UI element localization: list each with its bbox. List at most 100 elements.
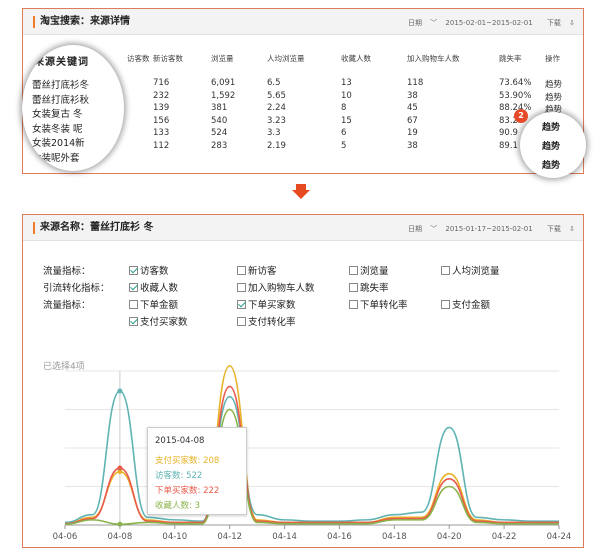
checked-icon[interactable] — [129, 266, 138, 275]
trend-link[interactable]: 趋势 — [545, 78, 562, 90]
metric-label: 跳失率 — [360, 283, 389, 294]
column-header: 浏览量 — [211, 54, 234, 63]
metric-checkbox[interactable]: 新访客 — [237, 263, 277, 277]
table-cell: 5 — [341, 140, 347, 151]
filter-group-label: 流量指标： — [43, 266, 91, 277]
x-tick-label: 04-10 — [162, 532, 187, 542]
metric-checkbox[interactable]: 支付金额 — [441, 297, 490, 311]
table-cell: 6 — [341, 128, 347, 138]
series-point-1[interactable] — [117, 388, 123, 394]
x-tick-label: 04-08 — [108, 532, 133, 542]
x-tick-label: 04-06 — [53, 532, 78, 542]
unchecked-icon[interactable] — [237, 283, 246, 292]
download-icon: ⇩ — [569, 225, 575, 233]
chevron-down-icon: ﹀ — [430, 19, 438, 27]
keyword-magnifier: 来源关键词 蕾丝打底衫冬 蕾丝打底衫秋 女装复古 冬女装冬装 呢女装2014新 女装呢… — [22, 45, 124, 171]
keyword-item[interactable]: 女装复古 冬 — [32, 106, 83, 120]
column-header: 操作 — [545, 54, 560, 63]
keyword-item[interactable]: 女装呢外套 — [32, 150, 80, 164]
series-point-2[interactable] — [117, 465, 123, 471]
metric-label: 访客数 — [140, 266, 169, 277]
source-trend-header: 来源名称：蕾丝打底衫 冬 日期 ﹀ 2015-01-17~2015-02-01 … — [23, 215, 583, 241]
table-cell: 381 — [211, 103, 228, 113]
keyword-item[interactable]: 蕾丝打底衫冬 — [32, 77, 89, 91]
metric-checkbox[interactable]: 加入购物车人数 — [237, 280, 315, 294]
tooltip-line: 收藏人数: 3 — [155, 501, 200, 511]
table-cell: 133 — [153, 128, 170, 138]
metric-label: 下单转化率 — [360, 300, 408, 311]
metric-label: 浏览量 — [360, 266, 389, 277]
table-cell: 283 — [211, 140, 228, 151]
unchecked-icon[interactable] — [237, 266, 246, 275]
trend-link[interactable]: 趋势 — [542, 139, 560, 152]
source-trend-title: 来源名称：蕾丝打底衫 冬 — [33, 222, 153, 234]
metric-label: 人均浏览量 — [452, 266, 500, 277]
download-icon: ⇩ — [569, 19, 575, 27]
x-tick-label: 04-20 — [437, 532, 462, 542]
trend-link[interactable]: 趋势 — [542, 120, 560, 133]
step-badge: 2 — [514, 109, 528, 123]
table-cell: 232 — [153, 90, 170, 101]
table-cell: 156 — [153, 115, 170, 126]
date-label[interactable]: 日期 ﹀ — [402, 19, 437, 27]
table-cell: 8 — [341, 103, 347, 113]
unchecked-icon[interactable] — [349, 300, 358, 309]
unchecked-icon[interactable] — [129, 300, 138, 309]
keyword-item[interactable]: 女装2014新 — [32, 135, 85, 149]
date-range[interactable]: 2015-01-17~2015-02-01 — [445, 225, 532, 233]
filter-group-label: 流量指标： — [43, 300, 91, 311]
column-header: 新访客数 — [153, 54, 183, 63]
chevron-down-icon: ﹀ — [430, 225, 438, 233]
table-cell: 38 — [407, 140, 418, 151]
download-button[interactable]: 下载 ⇩ — [541, 225, 575, 233]
metric-checkbox[interactable]: 访客数 — [129, 263, 169, 277]
checked-icon[interactable] — [129, 283, 138, 292]
metric-checkbox[interactable]: 下单转化率 — [349, 297, 408, 311]
date-range[interactable]: 2015-02-01~2015-02-01 — [445, 19, 532, 27]
table-cell: 2.19 — [267, 140, 286, 151]
table-cell: 716 — [153, 78, 170, 88]
table-cell: 2.24 — [267, 103, 286, 113]
checked-icon[interactable] — [129, 317, 138, 326]
metric-checkbox[interactable]: 跳失率 — [349, 280, 389, 294]
metric-label: 支付金额 — [452, 300, 491, 311]
metric-checkbox[interactable]: 支付转化率 — [237, 314, 296, 328]
metric-checkbox[interactable]: 人均浏览量 — [441, 263, 500, 277]
download-label: 下载 — [546, 225, 561, 233]
download-button[interactable]: 下载 ⇩ — [541, 19, 575, 27]
trend-link[interactable]: 趋势 — [545, 91, 562, 103]
keyword-item[interactable]: 女装冬装 呢 — [32, 121, 83, 135]
tooltip-line: 访客数: 522 — [155, 471, 203, 481]
metric-checkbox[interactable]: 支付买家数 — [129, 314, 188, 328]
checked-icon[interactable] — [237, 300, 246, 309]
table-cell: 45 — [407, 103, 418, 113]
download-label: 下载 — [546, 19, 561, 27]
trend-chart-svg: 04-06 04-08 04-10 04-12 04-14 04-16 04-18 04-20… — [53, 365, 571, 542]
unchecked-icon[interactable] — [441, 266, 450, 275]
table-cell: 13 — [341, 78, 352, 88]
source-trend-panel: 来源名称：蕾丝打底衫 冬 日期 ﹀ 2015-01-17~2015-02-01 … — [22, 214, 584, 548]
unchecked-icon[interactable] — [349, 283, 358, 292]
table-cell: 540 — [211, 115, 228, 126]
date-label[interactable]: 日期 ﹀ — [402, 225, 437, 233]
series-line-1 — [64, 390, 559, 524]
x-tick-label: 04-22 — [492, 532, 517, 542]
keyword-item[interactable]: 蕾丝打底衫秋 — [32, 92, 89, 106]
action-magnifier: 趋势 趋势 趋势 — [520, 112, 586, 178]
metric-label: 下单买家数 — [248, 300, 296, 311]
metric-checkbox[interactable]: 下单买家数 — [237, 297, 296, 311]
x-tick-label: 04-12 — [217, 532, 242, 542]
table-cell: 38 — [407, 90, 418, 101]
table-cell: 10 — [341, 90, 352, 101]
table-cell: 6,091 — [211, 78, 236, 88]
unchecked-icon[interactable] — [237, 317, 246, 326]
metric-checkbox[interactable]: 收藏人数 — [129, 280, 178, 294]
x-tick-label: 04-14 — [272, 532, 297, 542]
column-header: 加入购物车人数 — [407, 54, 460, 63]
metric-checkbox[interactable]: 浏览量 — [349, 263, 389, 277]
unchecked-icon[interactable] — [441, 300, 450, 309]
trend-link[interactable]: 趋势 — [542, 158, 560, 171]
metric-checkbox[interactable]: 下单金额 — [129, 297, 178, 311]
keyword-column-title: 来源关键词 — [34, 57, 89, 68]
unchecked-icon[interactable] — [349, 266, 358, 275]
